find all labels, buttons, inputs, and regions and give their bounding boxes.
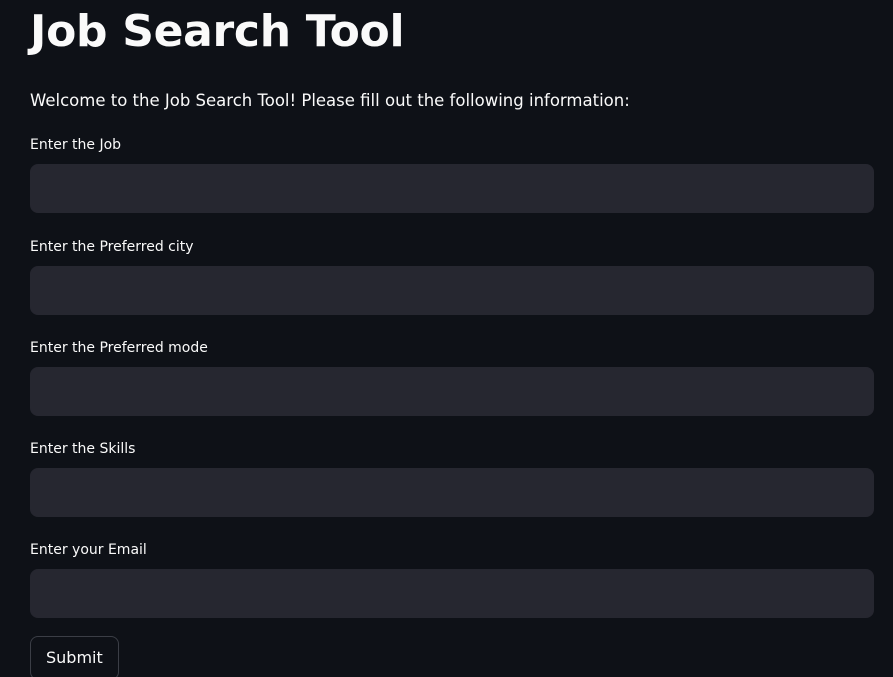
- page-title: Job Search Tool: [30, 6, 405, 57]
- email-field-label: Enter your Email: [30, 542, 147, 558]
- submit-button[interactable]: Submit: [30, 636, 119, 677]
- job-input[interactable]: [30, 164, 874, 213]
- skills-input[interactable]: [30, 468, 874, 517]
- city-input[interactable]: [30, 266, 874, 315]
- mode-field-label: Enter the Preferred mode: [30, 340, 208, 356]
- city-field-label: Enter the Preferred city: [30, 239, 194, 255]
- skills-field-label: Enter the Skills: [30, 441, 136, 457]
- job-field-label: Enter the Job: [30, 137, 122, 153]
- job-field: Enter the Job: [30, 136, 874, 213]
- email-field: Enter your Email: [30, 541, 874, 618]
- mode-input[interactable]: [30, 367, 874, 416]
- intro-text: Welcome to the Job Search Tool! Please f…: [30, 91, 630, 110]
- skills-field: Enter the Skills: [30, 440, 874, 517]
- city-field: Enter the Preferred city: [30, 238, 874, 315]
- mode-field: Enter the Preferred mode: [30, 339, 874, 416]
- app-page: Job Search Tool Welcome to the Job Searc…: [0, 0, 893, 677]
- email-input[interactable]: [30, 569, 874, 618]
